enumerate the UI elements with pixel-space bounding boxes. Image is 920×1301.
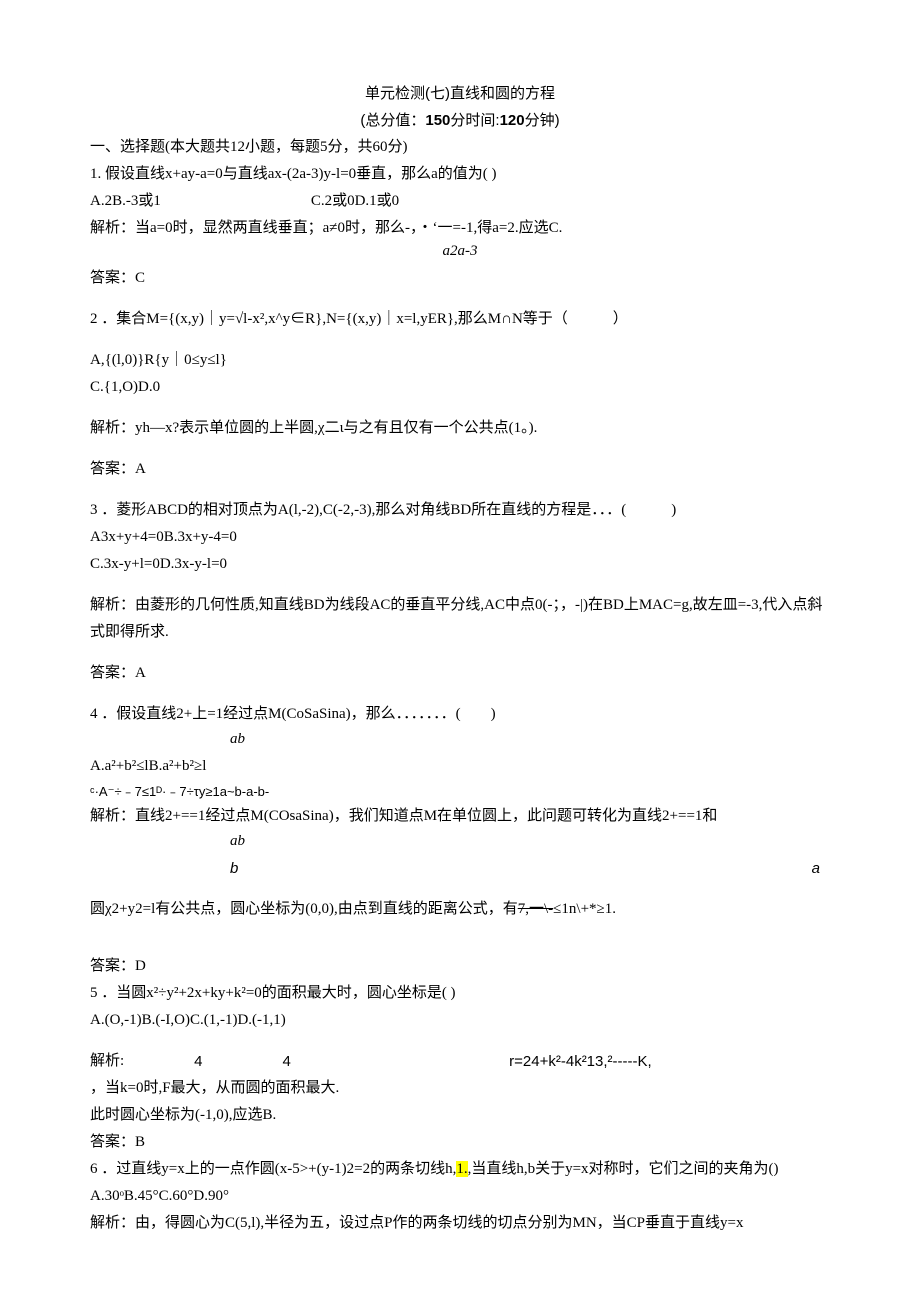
- q6-text-post: ,当直线h,b关于y=x对称时，它们之间的夹角为(): [468, 1161, 779, 1177]
- q5-answer: 答案：B: [90, 1129, 830, 1156]
- q5-denom2: 4: [243, 1048, 331, 1075]
- subtitle-prefix: (总分值：: [360, 112, 425, 129]
- q4-analysis2-pre: 圆χ2+y2=l有公共点，圆心坐标为(0,0),由点到直线的距离公式，有: [90, 901, 518, 917]
- q2-text: 2 ．集合M={(x,y)｜y=√l-x²,x^y∈R},N={(x,y)｜x=…: [90, 306, 830, 333]
- subtitle-mid: 分时间:: [450, 112, 499, 129]
- q4-var-a: a: [812, 855, 830, 882]
- q1-answer: 答案：C: [90, 265, 830, 292]
- page-title: 单元检测(七)直线和圆的方程: [90, 80, 830, 107]
- q5-analysis-line3: 此时圆心坐标为(-1,0),应选B.: [90, 1102, 830, 1129]
- q4-options-ab: A.a²+b²≤lB.a²+b²≥l: [90, 753, 830, 780]
- q4-var-b: b: [90, 855, 238, 882]
- q4-options-cd: ᶜ·A⁻÷﹣7≤1ᴰ·﹣7÷τy≥1a~b-a-b-: [90, 780, 830, 803]
- q2-option-a: A,{(l,0)}R{y｜0≤y≤l}: [90, 347, 830, 374]
- q4-analysis2-post: ≤1n\+*≥1.: [553, 901, 616, 917]
- page-subtitle: (总分值：150分时间:120分钟): [90, 107, 830, 134]
- q1-frac-below: a2a-3: [90, 238, 830, 265]
- q3-answer: 答案：A: [90, 660, 830, 687]
- q6-highlight: 1.: [456, 1161, 467, 1177]
- q2-answer: 答案：A: [90, 456, 830, 483]
- subtitle-score: 150: [425, 112, 450, 129]
- q5-formula: r=24+k²-4k²13,²-----K,: [331, 1048, 830, 1075]
- q1-text: 1. 假设直线x+ay-a=0与直线ax-(2a-3)y-l=0垂直，那么a的值…: [90, 161, 830, 188]
- q4-text: 4 ．假设直线2+上=1经过点M(CoSaSina)，那么．．．．．．．( ): [90, 701, 830, 728]
- q2-analysis: 解析：yh—x?表示单位圆的上半圆,χ二ι与之有且仅有一个公共点(1。).: [90, 415, 830, 442]
- q5-options: A.(O,-1)B.(-I,O)C.(1,-1)D.(-1,1): [90, 1007, 830, 1034]
- q4-ab-row: b a: [90, 855, 830, 882]
- q3-text: 3 ．菱形ABCD的相对顶点为A(l,-2),C(-2,-3),那么对角线BD所…: [90, 497, 830, 524]
- q4-strike-text: 7,一\-: [518, 901, 553, 917]
- q6-text-pre: 6 ．过直线y=x上的一点作圆(x-5>+(y-1)2=2的两条切线h,: [90, 1161, 456, 1177]
- q6-text: 6 ．过直线y=x上的一点作圆(x-5>+(y-1)2=2的两条切线h,1.,当…: [90, 1156, 830, 1183]
- q4-frac-below2: ab: [90, 828, 830, 855]
- q1-options: A.2B.-3或1 C.2或0D.1或0: [90, 188, 830, 215]
- q5-analysis-line2: ，当k=0时,F最大，从而圆的面积最大.: [90, 1075, 830, 1102]
- subtitle-suffix: 分钟): [525, 112, 560, 129]
- subtitle-time: 120: [500, 112, 525, 129]
- q3-options-ab: A3x+y+4=0B.3x+y-4=0: [90, 524, 830, 551]
- q6-options: A.30ᵒB.45°C.60°D.90°: [90, 1183, 830, 1210]
- q5-analysis-frac: 解析: 4 4 r=24+k²-4k²13,²-----K,: [90, 1048, 830, 1075]
- q2-analysis-text: 解析：yh—x?表示单位圆的上半圆,χ二ι与之有且仅有一个公共点(1。).: [90, 420, 537, 436]
- q5-denom1: 4: [154, 1048, 242, 1075]
- section-heading: 一、选择题(本大题共12小题，每题5分，共60分): [90, 134, 830, 161]
- q1-opts-left: A.2B.-3或1: [90, 193, 161, 209]
- q1-opts-right: C.2或0D.1或0: [311, 193, 399, 209]
- q3-analysis: 解析：由菱形的几何性质,知直线BD为线段AC的垂直平分线,AC中点0(-；，-|…: [90, 592, 830, 646]
- q4-answer: 答案：D: [90, 953, 830, 980]
- q2-option-c: C.{1,O)D.0: [90, 374, 830, 401]
- q4-analysis-line1: 解析：直线2+==1经过点M(COsaSina)，我们知道点M在单位圆上，此问题…: [90, 803, 830, 830]
- q6-analysis: 解析：由，得圆心为C(5,l),半径为五，设过点P作的两条切线的切点分别为MN，…: [90, 1210, 830, 1237]
- q4-frac-below: ab: [90, 726, 830, 753]
- q5-text: 5 ．当圆x²÷y²+2x+ky+k²=0的面积最大时，圆心坐标是( ): [90, 980, 830, 1007]
- q5-analysis-label: 解析:: [90, 1048, 154, 1075]
- q3-options-cd: C.3x-y+l=0D.3x-y-l=0: [90, 551, 830, 578]
- q4-analysis-line2: 圆χ2+y2=l有公共点，圆心坐标为(0,0),由点到直线的距离公式，有7,一\…: [90, 896, 830, 923]
